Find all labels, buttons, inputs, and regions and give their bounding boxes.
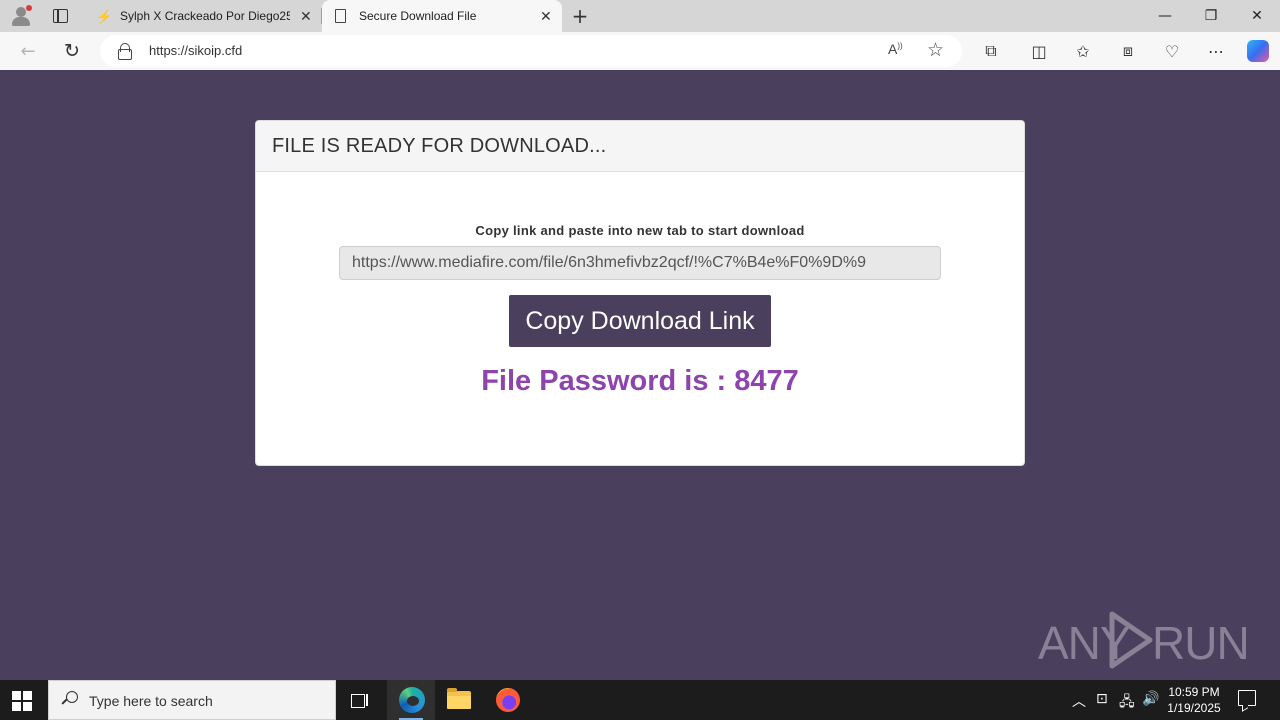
card-title: FILE IS READY FOR DOWNLOAD...	[272, 134, 607, 157]
clock-date: 1/19/2025	[1167, 701, 1221, 715]
tab-actions-icon[interactable]	[50, 6, 70, 26]
firefox-icon	[496, 688, 520, 712]
browser-essentials-icon[interactable]: ♡	[1159, 38, 1185, 64]
play-logo-icon	[1109, 611, 1153, 669]
edge-icon	[399, 687, 425, 713]
anyrun-watermark: ANY RUN	[1036, 608, 1250, 672]
restore-button[interactable]: ❐	[1188, 0, 1234, 32]
page-icon	[335, 9, 346, 23]
copilot-icon[interactable]	[1245, 38, 1271, 64]
search-icon	[62, 691, 78, 707]
taskbar-search-box[interactable]: Type here to search	[48, 680, 336, 720]
read-aloud-icon[interactable]: A))	[888, 41, 903, 57]
search-placeholder: Type here to search	[89, 693, 213, 709]
tab-secure-download[interactable]: Secure Download File ✕	[322, 0, 562, 32]
split-screen-icon[interactable]: ◫	[1026, 38, 1052, 64]
volume-icon[interactable]: 🔊	[1142, 691, 1159, 707]
close-tab-icon[interactable]: ✕	[540, 8, 552, 25]
extensions-icon[interactable]: ⧉	[978, 38, 1004, 64]
favorite-star-icon[interactable]: ☆	[927, 39, 944, 61]
browser-toolbar: ← ↻ https://sikoip.cfd A)) ☆ ⧉ ◫ ✩ ⧈ ♡ ⋯	[0, 32, 1280, 70]
refresh-icon[interactable]: ↻	[59, 38, 85, 64]
watermark-right-text: RUN	[1152, 617, 1250, 669]
download-link-field[interactable]	[339, 246, 941, 280]
lock-icon[interactable]	[118, 43, 132, 60]
windows-taskbar: Type here to search ︿ ⊡ 🖧 🔊 10:59 PM 1/1…	[0, 680, 1280, 720]
lightning-icon: ⚡	[96, 9, 113, 24]
card-header: FILE IS READY FOR DOWNLOAD...	[256, 121, 1024, 172]
file-password-text: File Password is : 8477	[481, 365, 799, 397]
taskbar-file-explorer[interactable]	[435, 680, 483, 720]
tab-title: Sylph X Crackeado Por Diego250	[120, 9, 290, 23]
close-tab-icon[interactable]: ✕	[300, 8, 312, 25]
taskbar-firefox[interactable]	[484, 680, 532, 720]
copy-download-link-button[interactable]: Copy Download Link	[509, 295, 771, 347]
collections-icon[interactable]: ⧈	[1115, 38, 1141, 64]
back-arrow-icon[interactable]: ←	[15, 38, 41, 64]
instruction-text: Copy link and paste into new tab to star…	[475, 223, 805, 238]
address-bar[interactable]: https://sikoip.cfd A)) ☆	[100, 35, 962, 67]
download-card: FILE IS READY FOR DOWNLOAD... Copy link …	[255, 120, 1025, 466]
clock-time: 10:59 PM	[1168, 685, 1220, 699]
task-view-icon[interactable]	[350, 690, 370, 710]
notification-icon[interactable]	[1238, 690, 1256, 706]
profile-icon[interactable]	[10, 5, 32, 27]
device-icon[interactable]: ⊡	[1096, 691, 1108, 707]
new-tab-button[interactable]: +	[568, 4, 592, 28]
taskbar-edge[interactable]	[387, 680, 435, 720]
folder-icon	[447, 688, 471, 709]
tab-title: Secure Download File	[359, 9, 477, 23]
tab-sylph[interactable]: ⚡ Sylph X Crackeado Por Diego250 ✕	[86, 0, 322, 32]
tab-strip: ⚡ Sylph X Crackeado Por Diego250 ✕ Secur…	[0, 0, 1280, 32]
favorites-icon[interactable]: ✩	[1070, 38, 1096, 64]
network-icon[interactable]: 🖧	[1119, 691, 1135, 715]
more-options-icon[interactable]: ⋯	[1203, 38, 1229, 64]
close-window-button[interactable]: ✕	[1234, 0, 1280, 32]
page-viewport: FILE IS READY FOR DOWNLOAD... Copy link …	[4, 70, 1276, 676]
url-text[interactable]: https://sikoip.cfd	[149, 43, 242, 58]
system-clock[interactable]: 10:59 PM 1/19/2025	[1160, 684, 1228, 716]
windows-start-icon[interactable]	[12, 691, 32, 711]
chevron-up-icon[interactable]: ︿	[1072, 691, 1086, 711]
minimize-button[interactable]: —	[1142, 0, 1188, 32]
